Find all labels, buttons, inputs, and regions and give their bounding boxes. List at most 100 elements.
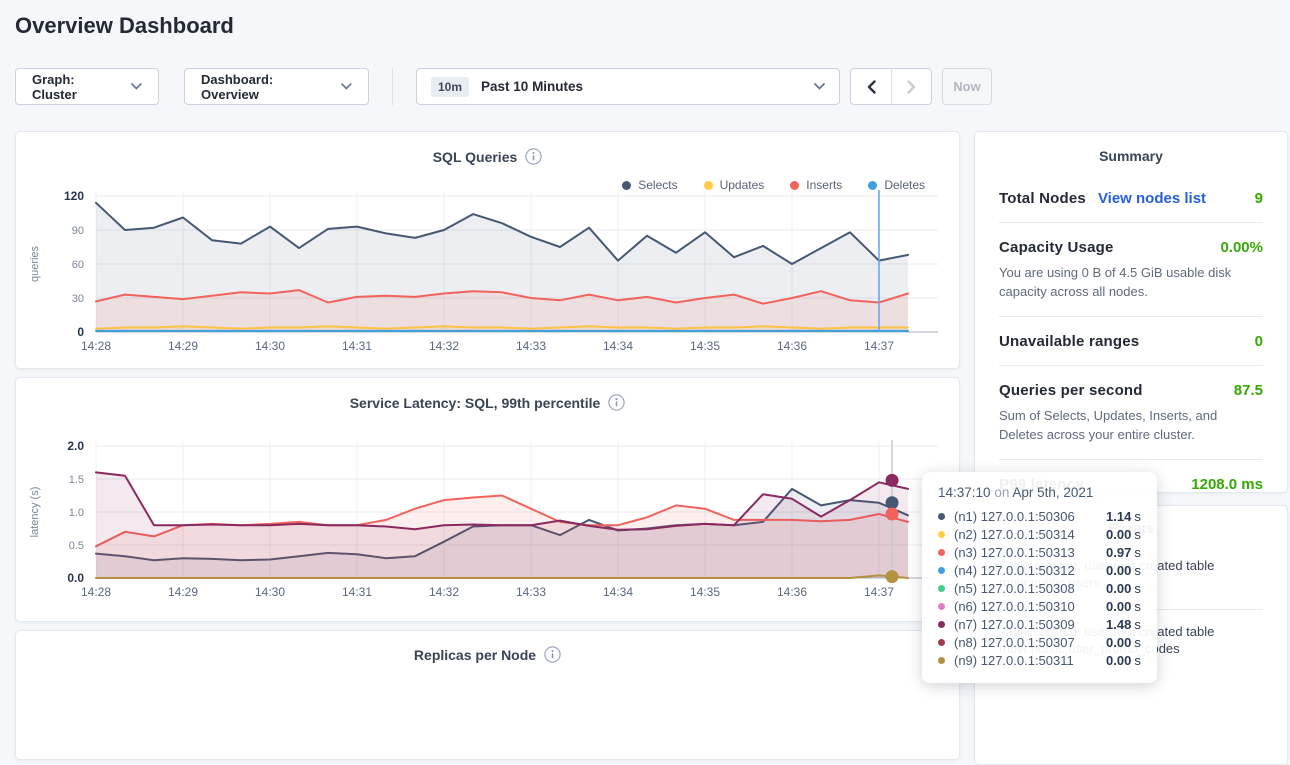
qps-label: Queries per second (999, 382, 1143, 399)
tooltip-date: Apr 5th, 2021 (1012, 485, 1093, 500)
unavailable-ranges-label: Unavailable ranges (999, 333, 1139, 350)
svg-text:14:29: 14:29 (168, 585, 198, 599)
node-address: (n4) 127.0.0.1:50312 (954, 563, 1106, 578)
node-latency-value: 0.97 (1106, 545, 1131, 560)
series-dot-icon (938, 567, 945, 574)
tooltip-node-row: (n9) 127.0.0.1:503110.00s (938, 651, 1141, 669)
svg-text:latency (s): latency (s) (29, 487, 41, 538)
chevron-right-icon (907, 80, 916, 94)
series-dot-icon (938, 585, 945, 592)
latency-unit: s (1134, 617, 1141, 632)
svg-text:0.5: 0.5 (69, 540, 84, 552)
summary-row-qps: Queries per second 87.5 Sum of Selects, … (999, 366, 1263, 460)
svg-text:14:34: 14:34 (603, 339, 633, 353)
capacity-usage-label: Capacity Usage (999, 239, 1114, 256)
svg-text:14:31: 14:31 (342, 339, 372, 353)
chart-hover-tooltip: 14:37:10 on Apr 5th, 2021 (n1) 127.0.0.1… (922, 472, 1157, 683)
latency-unit: s (1134, 653, 1141, 668)
tooltip-rows: (n1) 127.0.0.1:503061.14s(n2) 127.0.0.1:… (938, 507, 1141, 669)
time-range-picker[interactable]: 10m Past 10 Minutes (416, 68, 840, 105)
chevron-down-icon (814, 83, 825, 90)
svg-text:90: 90 (72, 225, 84, 237)
node-latency-value: 0.00 (1106, 527, 1131, 542)
dashboard-controls: Graph: Cluster Dashboard: Overview 10m P… (15, 68, 992, 105)
info-icon[interactable] (544, 646, 561, 663)
info-icon[interactable] (608, 394, 625, 411)
tooltip-node-row: (n8) 127.0.0.1:503070.00s (938, 633, 1141, 651)
now-button[interactable]: Now (942, 68, 992, 105)
node-address: (n5) 127.0.0.1:50308 (954, 581, 1106, 596)
tooltip-node-row: (n7) 127.0.0.1:503091.48s (938, 615, 1141, 633)
node-address: (n2) 127.0.0.1:50314 (954, 527, 1106, 542)
controls-divider (392, 68, 393, 105)
node-address: (n3) 127.0.0.1:50313 (954, 545, 1106, 560)
summary-title: Summary (975, 148, 1287, 164)
node-address: (n8) 127.0.0.1:50307 (954, 635, 1106, 650)
time-nav-group (850, 68, 932, 105)
node-address: (n6) 127.0.0.1:50310 (954, 599, 1106, 614)
svg-text:60: 60 (72, 259, 84, 271)
graph-selector-dropdown[interactable]: Graph: Cluster (15, 68, 159, 105)
node-address: (n9) 127.0.0.1:50311 (954, 653, 1106, 668)
node-latency-value: 0.00 (1106, 563, 1131, 578)
svg-text:30: 30 (72, 293, 84, 305)
svg-text:14:31: 14:31 (342, 585, 372, 599)
summary-panel: Summary Total Nodes View nodes list 9 Ca… (974, 131, 1288, 493)
service-latency-chart[interactable]: 14:2814:2914:3014:3114:3214:3314:3414:35… (16, 434, 959, 610)
series-dot-icon (938, 531, 945, 538)
capacity-usage-description: You are using 0 B of 4.5 GiB usable disk… (999, 263, 1263, 301)
overview-dashboard-page: { "page_title": "Overview Dashboard", "c… (0, 0, 1290, 689)
svg-text:120: 120 (64, 189, 84, 203)
service-latency-panel: Service Latency: SQL, 99th percentile 14… (15, 377, 960, 622)
latency-unit: s (1134, 563, 1141, 578)
svg-text:14:35: 14:35 (690, 585, 720, 599)
graph-selector-label: Graph: Cluster (32, 72, 121, 102)
sql-queries-panel: SQL Queries SelectsUpdatesInsertsDeletes… (15, 131, 960, 369)
total-nodes-label: Total Nodes (999, 190, 1086, 207)
sql-queries-title-row: SQL Queries (16, 148, 959, 165)
summary-row-capacity: Capacity Usage 0.00% You are using 0 B o… (999, 223, 1263, 317)
svg-text:14:34: 14:34 (603, 585, 633, 599)
sql-queries-chart[interactable]: 14:2814:2914:3014:3114:3214:3314:3414:35… (16, 184, 959, 364)
service-latency-title: Service Latency: SQL, 99th percentile (350, 395, 601, 411)
dashboard-selector-label: Dashboard: Overview (201, 72, 331, 102)
tooltip-node-row: (n5) 127.0.0.1:503080.00s (938, 579, 1141, 597)
time-range-label: Past 10 Minutes (481, 79, 583, 94)
svg-text:14:32: 14:32 (429, 339, 459, 353)
sql-queries-title: SQL Queries (433, 149, 518, 165)
svg-text:14:33: 14:33 (516, 585, 546, 599)
svg-text:14:37: 14:37 (864, 339, 894, 353)
time-forward-button[interactable] (891, 69, 931, 104)
latency-unit: s (1134, 635, 1141, 650)
node-address: (n1) 127.0.0.1:50306 (954, 509, 1106, 524)
time-range-badge: 10m (431, 77, 469, 97)
summary-row-unavailable-ranges: Unavailable ranges 0 (999, 317, 1263, 366)
capacity-usage-value: 0.00% (1220, 239, 1263, 256)
svg-text:14:36: 14:36 (777, 585, 807, 599)
tooltip-timestamp: 14:37:10 on Apr 5th, 2021 (938, 485, 1141, 500)
info-icon[interactable] (525, 148, 542, 165)
dashboard-selector-dropdown[interactable]: Dashboard: Overview (184, 68, 369, 105)
unavailable-ranges-value: 0 (1255, 333, 1263, 350)
latency-unit: s (1134, 527, 1141, 542)
svg-text:2.0: 2.0 (67, 439, 84, 453)
tooltip-time: 14:37:10 (938, 485, 991, 500)
chevron-down-icon (131, 83, 142, 90)
tooltip-node-row: (n2) 127.0.0.1:503140.00s (938, 525, 1141, 543)
series-dot-icon (938, 549, 945, 556)
node-address: (n7) 127.0.0.1:50309 (954, 617, 1106, 632)
tooltip-node-row: (n1) 127.0.0.1:503061.14s (938, 507, 1141, 525)
time-back-button[interactable] (851, 69, 891, 104)
svg-text:14:28: 14:28 (81, 585, 111, 599)
summary-row-total-nodes: Total Nodes View nodes list 9 (999, 174, 1263, 223)
latency-unit: s (1134, 581, 1141, 596)
svg-text:14:37: 14:37 (864, 585, 894, 599)
chevron-left-icon (867, 80, 876, 94)
series-dot-icon (938, 621, 945, 628)
latency-unit: s (1134, 509, 1141, 524)
view-nodes-list-link[interactable]: View nodes list (1098, 190, 1206, 207)
service-latency-title-row: Service Latency: SQL, 99th percentile (16, 394, 959, 411)
tooltip-node-row: (n6) 127.0.0.1:503100.00s (938, 597, 1141, 615)
qps-value: 87.5 (1234, 382, 1263, 399)
node-latency-value: 0.00 (1106, 581, 1131, 596)
